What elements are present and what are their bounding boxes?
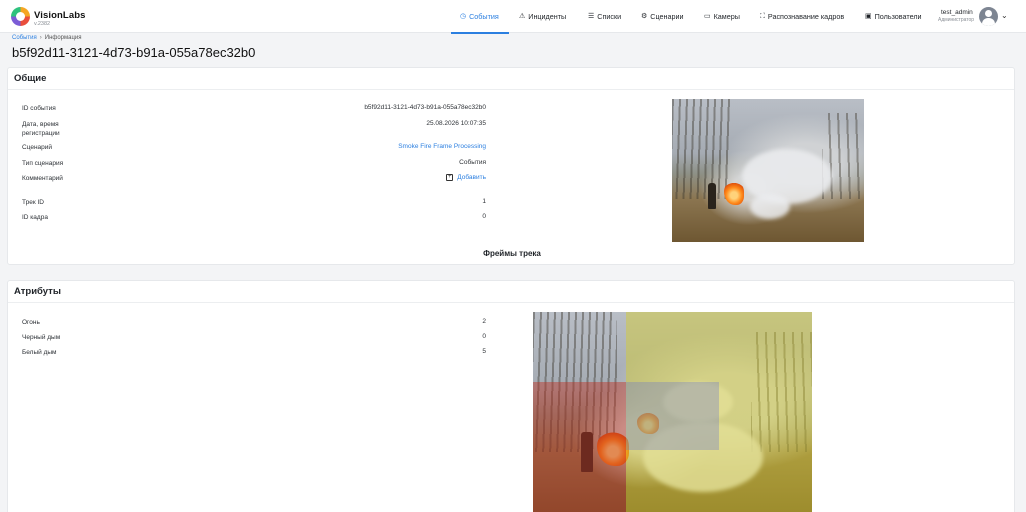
user-avatar-icon[interactable] bbox=[979, 7, 998, 26]
row-label: Огонь bbox=[22, 319, 40, 326]
user-role: Администратор bbox=[938, 17, 975, 23]
row-value: 5 bbox=[482, 348, 486, 355]
nav-label: Сценарии bbox=[650, 12, 684, 21]
nav-users[interactable]: ▣ Пользователи bbox=[865, 0, 922, 33]
nav-label: Списки bbox=[597, 12, 622, 21]
attributes-heatmap-image[interactable] bbox=[533, 312, 812, 512]
row-value: 0 bbox=[482, 333, 486, 340]
nav-label: События bbox=[469, 12, 499, 21]
add-comment-button[interactable]: + Добавить bbox=[446, 174, 486, 181]
row-label: ID события bbox=[22, 105, 56, 112]
nav-incidents[interactable]: ⚠ Инциденты bbox=[519, 0, 566, 33]
user-name[interactable]: test_admin bbox=[941, 9, 973, 16]
users-icon: ▣ bbox=[865, 13, 872, 20]
row-value: b5f92d11-3121-4d73-b91a-055a78ec32b0 bbox=[364, 104, 486, 111]
person-figure bbox=[708, 183, 716, 209]
breadcrumb-separator-icon: › bbox=[39, 35, 42, 41]
nav-cameras[interactable]: ▭ Камеры bbox=[704, 0, 740, 33]
camera-icon: ▭ bbox=[704, 13, 711, 20]
chevron-down-icon[interactable]: ⌄ bbox=[1001, 11, 1008, 20]
row-label: Комментарий bbox=[22, 175, 63, 182]
app-version: v.2382 bbox=[34, 21, 51, 27]
event-frame-image[interactable] bbox=[672, 99, 864, 242]
row-value: 0 bbox=[482, 213, 486, 220]
nav-events[interactable]: ◷ События bbox=[451, 0, 509, 34]
visionlabs-logo-icon[interactable] bbox=[11, 7, 30, 26]
breadcrumb-current: Информация bbox=[44, 35, 82, 41]
nav-frame-recognition[interactable]: ⛶ Распознавание кадров bbox=[760, 0, 844, 33]
breadcrumb: События › Информация bbox=[12, 35, 82, 41]
fire-overlay-secondary bbox=[626, 382, 719, 450]
row-value: События bbox=[459, 159, 486, 166]
breadcrumb-events-link[interactable]: События bbox=[12, 35, 37, 41]
add-comment-label: Добавить bbox=[457, 174, 486, 181]
list-icon: ☰ bbox=[588, 13, 595, 20]
nav-lists[interactable]: ☰ Списки bbox=[588, 0, 621, 33]
add-icon: + bbox=[446, 174, 454, 181]
general-card: Общие ID события b5f92d11-3121-4d73-b91a… bbox=[7, 67, 1015, 265]
attributes-card-header: Атрибуты bbox=[8, 281, 1014, 303]
row-label: Белый дым bbox=[22, 349, 57, 356]
row-label: Сценарий bbox=[22, 144, 53, 151]
row-label: Черный дым bbox=[22, 334, 61, 341]
frame-scan-icon: ⛶ bbox=[760, 13, 765, 20]
nav-scenarios[interactable]: ⚙ Сценарии bbox=[641, 0, 684, 33]
nav-label: Камеры bbox=[713, 12, 740, 21]
brand-name[interactable]: VisionLabs bbox=[34, 10, 86, 21]
alert-triangle-icon: ⚠ bbox=[519, 13, 526, 20]
row-label: ID кадра bbox=[22, 214, 48, 221]
row-label: Трек ID bbox=[22, 199, 44, 206]
general-card-header: Общие bbox=[8, 68, 1014, 90]
row-value: 2 bbox=[482, 318, 486, 325]
scenario-icon: ⚙ bbox=[641, 13, 648, 20]
row-label: Тип сценария bbox=[22, 160, 64, 167]
top-navigation-bar: VisionLabs v.2382 ◷ События ⚠ Инциденты … bbox=[0, 0, 1026, 34]
scenario-link[interactable]: Smoke Fire Frame Processing bbox=[398, 143, 486, 150]
fire-overlay bbox=[533, 382, 626, 512]
row-value: 1 bbox=[482, 198, 486, 205]
event-icon: ◷ bbox=[460, 13, 467, 20]
track-frames-title: Фреймы трека bbox=[483, 249, 541, 258]
row-label: Дата, время регистрации bbox=[22, 121, 60, 137]
nav-label: Распознавание кадров bbox=[767, 12, 845, 21]
attributes-card: Атрибуты Огонь 2 Черный дым 0 Белый дым … bbox=[7, 280, 1015, 512]
nav-label: Пользователи bbox=[874, 12, 922, 21]
nav-label: Инциденты bbox=[528, 12, 567, 21]
row-value: 25.08.2026 10:07:35 bbox=[426, 120, 486, 127]
page-title: b5f92d11-3121-4d73-b91a-055a78ec32b0 bbox=[12, 45, 256, 60]
